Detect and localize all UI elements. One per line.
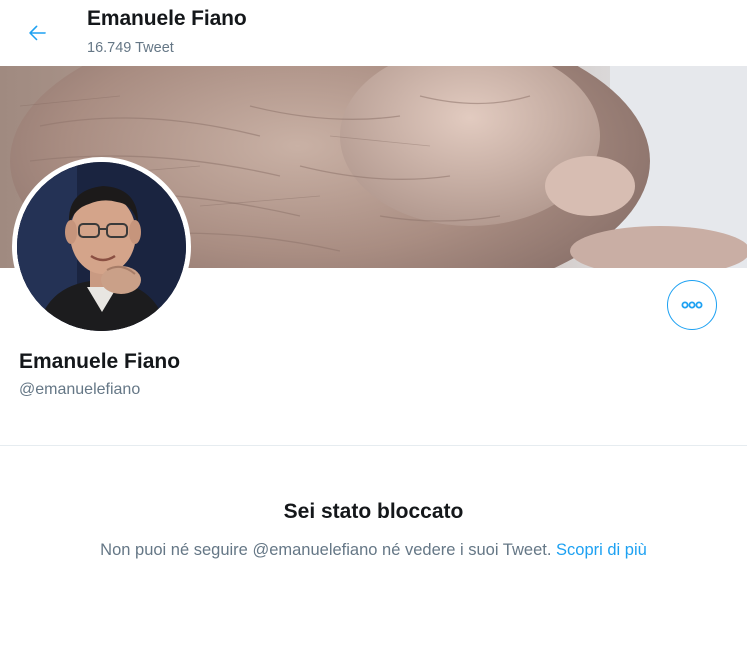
blocked-message-text: Non puoi né seguire @emanuelefiano né ve… (100, 541, 552, 559)
avatar-image (17, 162, 186, 331)
blocked-message: Non puoi né seguire @emanuelefiano né ve… (0, 541, 747, 560)
top-header: Emanuele Fiano 16.749 Tweet (0, 0, 747, 66)
tweet-count: 16.749 Tweet (87, 40, 174, 56)
more-options-button[interactable] (667, 280, 717, 330)
avatar (17, 162, 186, 331)
arrow-left-icon (29, 25, 46, 41)
profile-page: Emanuele Fiano 16.749 Tweet Emanuele Fia… (0, 0, 747, 661)
avatar-frame[interactable] (12, 157, 191, 336)
back-button[interactable] (18, 14, 56, 52)
blocked-title: Sei stato bloccato (283, 500, 464, 523)
more-horizontal-icon (681, 301, 703, 309)
learn-more-link[interactable]: Scopri di più (556, 541, 647, 559)
section-divider (0, 445, 747, 446)
profile-handle: @emanuelefiano (19, 381, 141, 398)
profile-name: Emanuele Fiano (19, 350, 181, 373)
header-title: Emanuele Fiano (87, 7, 247, 30)
